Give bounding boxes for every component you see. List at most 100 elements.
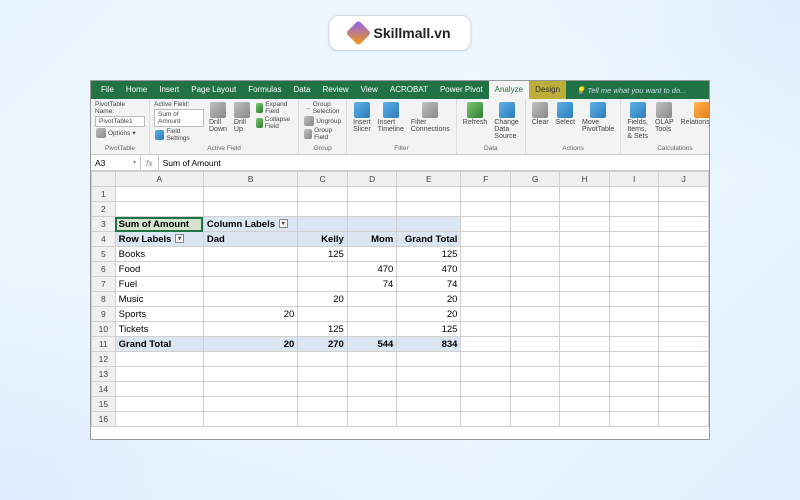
fields-icon xyxy=(630,102,646,118)
row-header-5[interactable]: 5 xyxy=(92,247,116,262)
tab-design[interactable]: Design xyxy=(529,81,566,99)
worksheet[interactable]: A B C D E F G H I J 1 2 3 Sum of Amount … xyxy=(91,171,709,439)
group-label-group: Group xyxy=(303,145,342,152)
pivot-col-kelly[interactable]: Kelly xyxy=(298,232,348,247)
ungroup-icon xyxy=(304,116,314,126)
field-settings-button[interactable]: Field Settings xyxy=(154,128,204,142)
tab-page-layout[interactable]: Page Layout xyxy=(185,81,242,99)
tab-power-pivot[interactable]: Power Pivot xyxy=(434,81,489,99)
pivot-values-label[interactable]: Sum of Amount xyxy=(115,217,203,232)
row-labels-dropdown-icon[interactable]: ▾ xyxy=(175,234,184,243)
drill-down-icon xyxy=(210,102,226,118)
refresh-button[interactable]: Refresh xyxy=(461,101,490,127)
col-header-H[interactable]: H xyxy=(560,172,610,187)
clear-button[interactable]: Clear xyxy=(530,101,551,127)
group-label-data: Data xyxy=(461,145,521,152)
tab-analyze[interactable]: Analyze xyxy=(489,81,529,99)
row-header-11[interactable]: 11 xyxy=(92,337,116,352)
olap-icon xyxy=(656,102,672,118)
tab-review[interactable]: Review xyxy=(316,81,354,99)
select-button[interactable]: Select xyxy=(554,101,577,127)
olap-tools-button[interactable]: OLAP Tools xyxy=(653,101,676,134)
tab-home[interactable]: Home xyxy=(120,81,153,99)
drill-down-button[interactable]: Drill Down xyxy=(207,101,229,134)
collapse-field-button[interactable]: Collapse Field xyxy=(255,116,294,130)
col-header-J[interactable]: J xyxy=(659,172,709,187)
relationships-icon xyxy=(694,102,710,118)
row-header-1[interactable]: 1 xyxy=(92,187,116,202)
row-header-6[interactable]: 6 xyxy=(92,262,116,277)
col-header-A[interactable]: A xyxy=(115,172,203,187)
col-header-F[interactable]: F xyxy=(461,172,511,187)
formula-input[interactable]: Sum of Amount xyxy=(159,158,709,168)
pivot-col-grand-total[interactable]: Grand Total xyxy=(397,232,461,247)
move-pivottable-button[interactable]: Move PivotTable xyxy=(580,101,616,134)
fields-items-sets-button[interactable]: Fields, Items, & Sets xyxy=(625,101,650,141)
row-header-10[interactable]: 10 xyxy=(92,322,116,337)
ribbon-group-data: Refresh Change Data Source Data xyxy=(457,99,526,154)
tab-view[interactable]: View xyxy=(355,81,384,99)
row-header-2[interactable]: 2 xyxy=(92,202,116,217)
filter-connections-icon xyxy=(422,102,438,118)
ribbon-group-calculations: Fields, Items, & Sets OLAP Tools Relatio… xyxy=(621,99,710,154)
change-data-source-button[interactable]: Change Data Source xyxy=(492,101,521,141)
tab-file[interactable]: File xyxy=(95,81,120,99)
ribbon-group-pivottable: PivotTable Name: PivotTable1 Options ▾ P… xyxy=(91,99,150,154)
insert-timeline-button[interactable]: Insert Timeline xyxy=(376,101,406,134)
filter-connections-button[interactable]: Filter Connections xyxy=(409,101,452,134)
row-header-14[interactable]: 14 xyxy=(92,382,116,397)
options-button[interactable]: Options ▾ xyxy=(95,128,145,138)
group-label-calculations: Calculations xyxy=(625,145,710,152)
select-all-corner[interactable] xyxy=(92,172,116,187)
tab-data[interactable]: Data xyxy=(288,81,317,99)
name-box[interactable]: A3 xyxy=(91,155,141,170)
pivot-col-dad[interactable]: Dad xyxy=(203,232,297,247)
ribbon-group-actions: Clear Select Move PivotTable Actions xyxy=(526,99,622,154)
active-field-box[interactable]: Sum of Amount xyxy=(154,109,204,127)
cell[interactable] xyxy=(115,187,203,202)
group-selection-button[interactable]: → Group Selection xyxy=(303,101,342,115)
brand-text: Skillmall.vn xyxy=(373,25,450,41)
row-header-4[interactable]: 4 xyxy=(92,232,116,247)
pivot-grand-total-label[interactable]: Grand Total xyxy=(115,337,203,352)
col-header-E[interactable]: E xyxy=(397,172,461,187)
group-label-pivottable: PivotTable xyxy=(95,145,145,152)
column-labels-dropdown-icon[interactable]: ▾ xyxy=(279,219,288,228)
row-header-16[interactable]: 16 xyxy=(92,412,116,427)
relationships-button[interactable]: Relationships xyxy=(679,101,710,127)
active-field-label: Active Field: xyxy=(154,101,204,108)
pivot-col-mom[interactable]: Mom xyxy=(347,232,397,247)
row-header-13[interactable]: 13 xyxy=(92,367,116,382)
insert-slicer-button[interactable]: Insert Slicer xyxy=(351,101,373,134)
ungroup-button[interactable]: Ungroup xyxy=(303,116,342,126)
fx-label: fx xyxy=(141,155,159,170)
pivot-row-label[interactable]: Books xyxy=(115,247,203,262)
col-header-C[interactable]: C xyxy=(298,172,348,187)
pivot-column-labels[interactable]: Column Labels ▾ xyxy=(203,217,297,232)
tab-acrobat[interactable]: ACROBAT xyxy=(384,81,434,99)
row-header-3[interactable]: 3 xyxy=(92,217,116,232)
timeline-icon xyxy=(383,102,399,118)
drill-up-button[interactable]: Drill Up xyxy=(232,101,252,134)
row-header-8[interactable]: 8 xyxy=(92,292,116,307)
tab-insert[interactable]: Insert xyxy=(153,81,185,99)
col-header-I[interactable]: I xyxy=(609,172,659,187)
pivottable-name-field[interactable]: PivotTable1 xyxy=(95,116,145,127)
refresh-icon xyxy=(467,102,483,118)
row-header-9[interactable]: 9 xyxy=(92,307,116,322)
ribbon-group-group: → Group Selection Ungroup Group Field Gr… xyxy=(299,99,347,154)
col-header-B[interactable]: B xyxy=(203,172,297,187)
col-header-D[interactable]: D xyxy=(347,172,397,187)
row-header-12[interactable]: 12 xyxy=(92,352,116,367)
pivot-row-labels[interactable]: Row Labels ▾ xyxy=(115,232,203,247)
row-header-7[interactable]: 7 xyxy=(92,277,116,292)
ribbon-body: PivotTable Name: PivotTable1 Options ▾ P… xyxy=(91,99,709,155)
expand-field-button[interactable]: Expand Field xyxy=(255,101,294,115)
ribbon-group-active-field: Active Field: Sum of Amount Field Settin… xyxy=(150,99,299,154)
tab-formulas[interactable]: Formulas xyxy=(242,81,287,99)
tell-me-search[interactable]: 💡 Tell me what you want to do... xyxy=(566,86,686,95)
col-header-G[interactable]: G xyxy=(510,172,560,187)
ribbon-group-filter: Insert Slicer Insert Timeline Filter Con… xyxy=(347,99,457,154)
row-header-15[interactable]: 15 xyxy=(92,397,116,412)
group-field-button[interactable]: Group Field xyxy=(303,127,342,141)
